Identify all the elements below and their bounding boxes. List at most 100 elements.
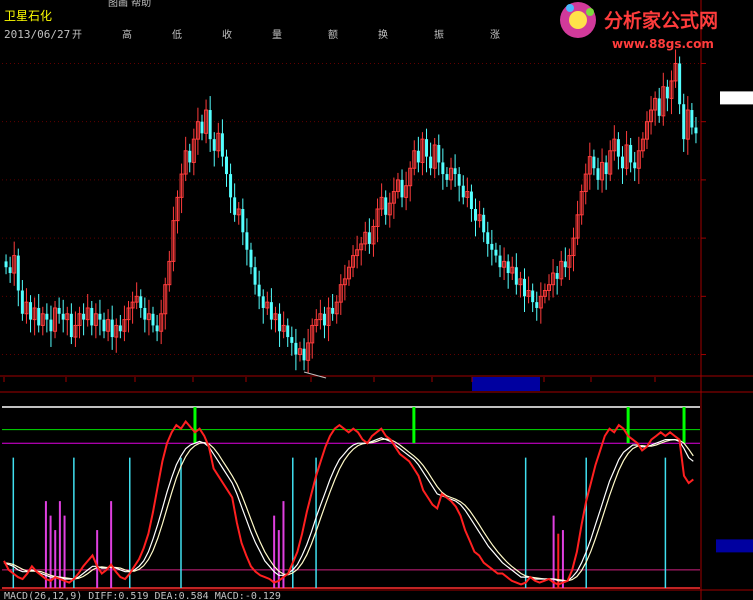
candle-body bbox=[245, 232, 249, 250]
candle-body bbox=[322, 313, 326, 326]
quote-label: 高 bbox=[122, 28, 132, 41]
candle-body bbox=[290, 337, 294, 343]
candle-body bbox=[294, 342, 298, 355]
candle-body bbox=[143, 307, 147, 320]
candle-body bbox=[200, 121, 204, 134]
candle-body bbox=[61, 313, 65, 320]
candle-body bbox=[461, 185, 465, 198]
candle-body bbox=[604, 162, 608, 175]
candle-body bbox=[682, 104, 686, 140]
candle-body bbox=[208, 110, 212, 140]
candle-body bbox=[57, 307, 61, 314]
candle-body bbox=[233, 197, 237, 215]
candle-body bbox=[102, 319, 106, 332]
quote-date: 2013/06/27 bbox=[4, 28, 70, 41]
quote-label: 收 bbox=[222, 28, 232, 41]
candle-body bbox=[596, 168, 600, 180]
candle-body bbox=[694, 127, 698, 134]
candle-body bbox=[286, 325, 290, 338]
candle-body bbox=[98, 313, 102, 320]
candle-body bbox=[592, 156, 596, 169]
candle-body bbox=[20, 290, 24, 314]
candle-body bbox=[555, 273, 559, 279]
candle-body bbox=[49, 319, 53, 332]
candle-body bbox=[629, 144, 633, 163]
current-price-tag bbox=[720, 91, 753, 105]
candle-body bbox=[514, 267, 518, 285]
quote-label: 低 bbox=[172, 28, 182, 41]
candle-body bbox=[269, 302, 273, 320]
candle-body bbox=[425, 139, 429, 157]
candle-body bbox=[616, 139, 620, 157]
watermark-brand: 分析家公式网 bbox=[604, 9, 718, 32]
candle-body bbox=[445, 174, 449, 180]
candle-body bbox=[482, 214, 486, 233]
candle-body bbox=[453, 168, 457, 175]
candle-body bbox=[188, 150, 192, 163]
candle-body bbox=[523, 278, 526, 297]
watermark-url: www.88gs.com bbox=[612, 37, 714, 51]
candle-body bbox=[657, 98, 661, 116]
candle-body bbox=[110, 319, 114, 338]
candle-body bbox=[331, 307, 335, 314]
candle-body bbox=[665, 86, 669, 99]
candle-body bbox=[155, 325, 159, 332]
candle-body bbox=[474, 209, 478, 221]
candle-body bbox=[69, 313, 73, 338]
candle-body bbox=[241, 209, 245, 233]
quote-label: 量 bbox=[272, 29, 282, 41]
candle-body bbox=[224, 156, 228, 175]
candle-body bbox=[367, 232, 371, 244]
stock-chart-canvas: 卫星石化 图画 帮助 2013/06/27 开 高 低 收 量 额 换 振 涨 分析家公式网 w… bbox=[0, 0, 753, 600]
quote-label: 换 bbox=[378, 28, 388, 41]
candle-body bbox=[498, 255, 502, 268]
candle-body bbox=[400, 179, 404, 198]
quote-label: 额 bbox=[328, 28, 338, 41]
candle-body bbox=[563, 261, 567, 268]
candle-body bbox=[257, 284, 261, 297]
candle-body bbox=[506, 261, 510, 274]
candle-body bbox=[620, 156, 624, 169]
stock-name: 卫星石化 bbox=[4, 9, 52, 23]
candle-body bbox=[16, 255, 20, 291]
price-panel-grid bbox=[0, 0, 753, 600]
macd-strip: MACD(26,12,9) DIFF:0.519 DEA:0.584 MACD:… bbox=[4, 591, 281, 600]
candle-body bbox=[535, 302, 539, 308]
indicator-axis bbox=[716, 539, 753, 553]
candle-body bbox=[249, 249, 253, 268]
candle-body bbox=[678, 63, 682, 105]
candle-body bbox=[118, 325, 122, 332]
candle-body bbox=[229, 174, 233, 198]
time-cursor-box bbox=[472, 377, 540, 391]
candle-body bbox=[253, 267, 257, 285]
candle-body bbox=[302, 348, 306, 361]
candle-body bbox=[416, 150, 420, 163]
candle-body bbox=[4, 261, 8, 268]
background bbox=[0, 0, 753, 600]
candle-body bbox=[437, 144, 441, 163]
quote-label: 开 bbox=[72, 30, 82, 41]
candle-body bbox=[29, 302, 33, 320]
candle-body bbox=[690, 110, 694, 128]
candle-body bbox=[139, 296, 143, 308]
candle-body bbox=[457, 174, 461, 186]
indicator-value-tag bbox=[716, 539, 753, 553]
candle-body bbox=[261, 296, 265, 308]
candle-body bbox=[441, 162, 445, 175]
menu-fragment[interactable]: 图画 帮助 bbox=[108, 0, 151, 9]
candle-body bbox=[490, 243, 494, 250]
candle-body bbox=[151, 313, 155, 326]
candle-body bbox=[531, 290, 535, 303]
candle-body bbox=[212, 139, 216, 151]
candle-body bbox=[278, 313, 282, 332]
candle-body bbox=[90, 307, 94, 326]
candle-body bbox=[8, 267, 12, 274]
candle-body bbox=[469, 191, 473, 209]
candle-body bbox=[82, 313, 86, 320]
candle-body bbox=[486, 232, 490, 244]
candle-body bbox=[429, 156, 433, 169]
candle-body bbox=[45, 313, 49, 320]
candle-body bbox=[37, 307, 41, 326]
quote-label: 涨 bbox=[490, 29, 500, 41]
quote-label: 振 bbox=[434, 28, 444, 41]
